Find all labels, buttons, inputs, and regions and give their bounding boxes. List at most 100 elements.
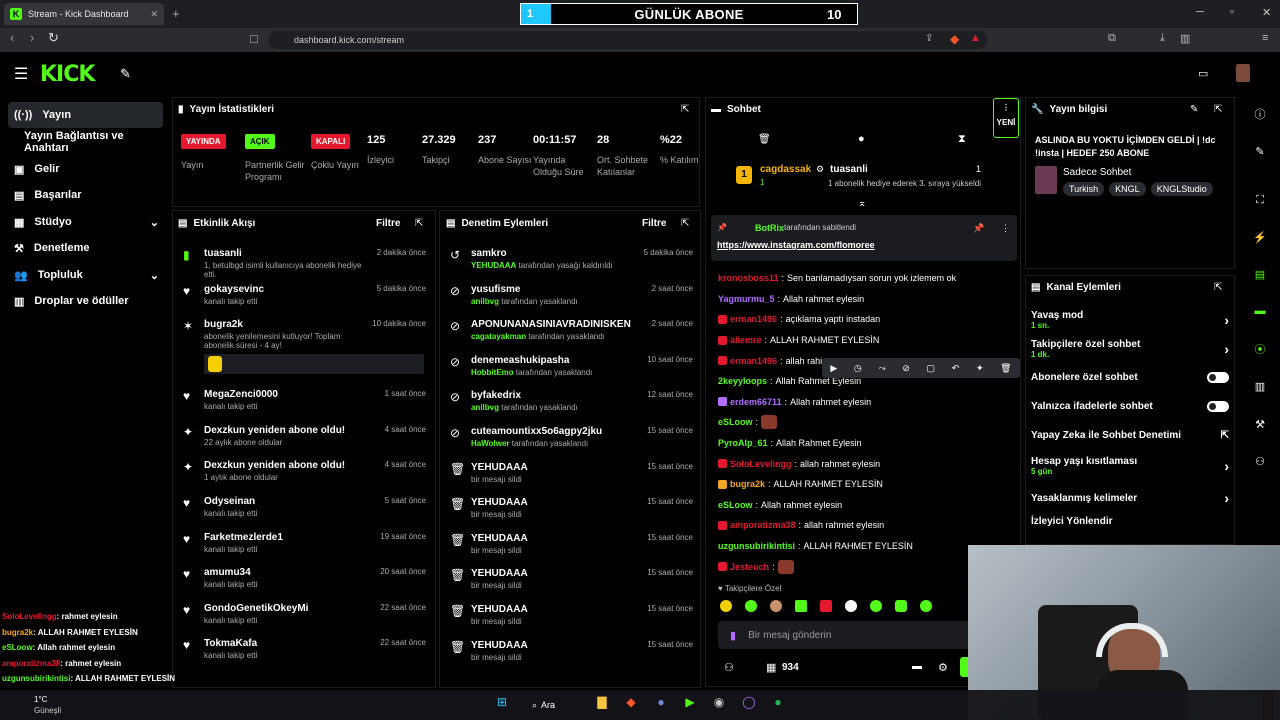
- obs-icon[interactable]: ◉: [709, 695, 729, 713]
- popout-icon[interactable]: ⇱: [1214, 282, 1222, 293]
- channel-action-row[interactable]: Yavaş mod 1 sn. ›: [1031, 310, 1229, 330]
- chat-username[interactable]: aliemre: [730, 335, 762, 345]
- toggle-switch[interactable]: [1207, 401, 1229, 412]
- emote-icon[interactable]: [870, 600, 882, 612]
- chat-message[interactable]: aliemre: ALLAH RAHMET EYLESİN: [718, 330, 1018, 351]
- stream-tag[interactable]: Turkish: [1063, 182, 1105, 196]
- sidebar-item-basarilar[interactable]: ▤ Başarılar: [8, 182, 163, 208]
- sidebar-item-gelir[interactable]: ▣ Gelir: [8, 156, 163, 182]
- edit-icon[interactable]: ✎: [1250, 141, 1270, 161]
- channel-action-row[interactable]: Yasaklanmış kelimeler ›: [1031, 490, 1229, 506]
- pinned-link[interactable]: https://www.instagram.com/flomoree: [717, 240, 875, 250]
- emote-icon[interactable]: [770, 600, 782, 612]
- chat-username[interactable]: bugra2k: [730, 479, 765, 489]
- chat-username[interactable]: uzgunsubirikintisi: [718, 541, 795, 551]
- app-icon[interactable]: ◯: [739, 695, 759, 713]
- sidebar-item-yayin[interactable]: ((·)) Yayın: [8, 102, 163, 128]
- activity-filter-button[interactable]: Filtre: [376, 218, 400, 229]
- chevron-right-icon[interactable]: ›: [1224, 341, 1229, 357]
- brave-browser-icon[interactable]: ◆: [621, 695, 641, 713]
- emote-icon[interactable]: [920, 600, 932, 612]
- kick-logo[interactable]: KICK: [40, 62, 95, 87]
- emote-icon[interactable]: [895, 600, 907, 612]
- sidebar-toggle-icon[interactable]: ▥: [1180, 32, 1190, 45]
- timeout-icon[interactable]: ◷: [854, 363, 862, 374]
- popout-icon[interactable]: ⇱: [681, 104, 689, 115]
- crop-icon[interactable]: ⛶: [1250, 190, 1270, 210]
- close-window-icon[interactable]: ✕: [1262, 6, 1271, 19]
- chat-message[interactable]: erman1496: açıklama yaptı instadan: [718, 309, 1018, 330]
- chat-username[interactable]: Yagmurmu_5: [718, 294, 775, 304]
- chat-username[interactable]: eSLoow: [718, 417, 753, 427]
- chat-message[interactable]: SoloLevelingg: allah rahmet eylesin: [718, 453, 1018, 474]
- browser-menu-icon[interactable]: ≡: [1262, 32, 1268, 44]
- taskbar-search[interactable]: ⌕ Ara: [532, 696, 580, 714]
- info-icon[interactable]: ⓘ: [1250, 104, 1270, 124]
- pin-icon[interactable]: ✦: [976, 363, 984, 374]
- chevron-right-icon[interactable]: ›: [1224, 312, 1229, 328]
- chat-username[interactable]: Jesteuch: [730, 562, 769, 572]
- collapse-icon[interactable]: ⌅: [858, 198, 866, 209]
- chat-username[interactable]: eSLoow: [718, 500, 753, 510]
- chat-username[interactable]: PyroAlp_61: [718, 438, 768, 448]
- gift-box-icon[interactable]: ▦: [766, 661, 776, 674]
- emote-icon[interactable]: [745, 600, 757, 612]
- app-icon[interactable]: ▶: [680, 695, 700, 713]
- chat-username[interactable]: erman1496: [730, 356, 777, 366]
- emote-icon[interactable]: [845, 600, 857, 612]
- storage-icon[interactable]: ▥: [1250, 376, 1270, 396]
- slow-icon[interactable]: ⤳: [878, 363, 885, 374]
- menu-icon[interactable]: ☰: [14, 64, 28, 84]
- emoji-icon[interactable]: ▬: [912, 661, 922, 672]
- channel-action-row[interactable]: Takipçilere özel sohbet 1 dk. ›: [1031, 339, 1229, 359]
- community-icon[interactable]: ⚇: [724, 661, 734, 674]
- chat-icon[interactable]: ▬: [1250, 301, 1270, 321]
- toggle-switch[interactable]: [1207, 372, 1229, 383]
- channel-action-row[interactable]: Abonelere özel sohbet: [1031, 372, 1229, 383]
- external-link-icon[interactable]: ⇱: [1221, 430, 1229, 441]
- sidebar-item-studyo[interactable]: ▦ Stüdyo ⌄: [8, 209, 163, 235]
- stream-tag[interactable]: KNGL: [1109, 182, 1146, 196]
- discord-icon[interactable]: ●: [651, 695, 671, 713]
- lightning-icon[interactable]: ⚡: [1250, 227, 1270, 247]
- stream-tag[interactable]: KNGLStudio: [1150, 182, 1213, 196]
- brave-rewards-icon[interactable]: ▲: [970, 32, 981, 44]
- ban-icon[interactable]: ⊘: [902, 363, 910, 374]
- chat-message[interactable]: eSLoow:: [718, 412, 1018, 433]
- sidebar-item-droplar[interactable]: ▥ Droplar ve ödüller: [8, 288, 163, 314]
- browser-tab[interactable]: K Stream - Kick Dashboard ✕: [4, 3, 164, 25]
- popout-icon[interactable]: ⇱: [415, 218, 423, 229]
- chat-username[interactable]: SoloLevelingg: [730, 459, 792, 469]
- channel-action-row[interactable]: İzleyici Yönlendir: [1031, 516, 1229, 527]
- category-name[interactable]: Sadece Sohbet: [1063, 167, 1131, 178]
- file-explorer-icon[interactable]: ▇: [592, 695, 612, 713]
- share-icon[interactable]: ⇪: [925, 33, 933, 44]
- chat-message[interactable]: erdem66711: Allah rahmet eylesin: [718, 392, 1018, 413]
- hourglass-icon[interactable]: ⧗: [958, 133, 966, 146]
- chat-message[interactable]: amporatizma38: allah rahmet eylesin: [718, 515, 1018, 536]
- note-icon[interactable]: ▤: [1250, 264, 1270, 284]
- copy-icon[interactable]: ▢: [927, 363, 936, 374]
- maximize-icon[interactable]: ▫: [1230, 6, 1234, 18]
- chat-message[interactable]: Yagmurmu_5: Allah rahmet eylesin: [718, 289, 1018, 310]
- wrench-icon[interactable]: ⚒: [1250, 414, 1270, 434]
- settings-icon[interactable]: ⚙: [938, 661, 948, 674]
- vr-icon[interactable]: ▭: [1198, 67, 1208, 80]
- unpin-icon[interactable]: 📌: [973, 223, 984, 234]
- close-tab-icon[interactable]: ✕: [150, 9, 158, 20]
- channel-action-row[interactable]: Yalnızca ifadelerle sohbet: [1031, 401, 1229, 412]
- brave-shield-icon[interactable]: ◆: [950, 32, 959, 46]
- sidebar-item-denetleme[interactable]: ⚒ Denetleme: [8, 235, 163, 261]
- channel-action-row[interactable]: Hesap yaşı kısıtlaması 5 gün ›: [1031, 456, 1229, 476]
- extensions-icon[interactable]: ⧉: [1108, 32, 1116, 45]
- delete-icon[interactable]: 🗑: [1000, 363, 1011, 374]
- chat-message[interactable]: bugra2k: ALLAH RAHMET EYLESİN: [718, 474, 1018, 495]
- broadcast-icon[interactable]: ⦿: [1250, 339, 1270, 359]
- edit-icon[interactable]: ✎: [1190, 104, 1198, 115]
- sidebar-item-stream-key[interactable]: Yayın Bağlantısı ve Anahtarı: [8, 129, 163, 155]
- forward-icon[interactable]: ›: [30, 30, 34, 45]
- moderation-filter-button[interactable]: Filtre: [642, 218, 666, 229]
- popout-icon[interactable]: ⇱: [1214, 104, 1222, 115]
- community-icon[interactable]: ⚇: [1250, 451, 1270, 471]
- chat-username[interactable]: erdem66711: [730, 397, 782, 407]
